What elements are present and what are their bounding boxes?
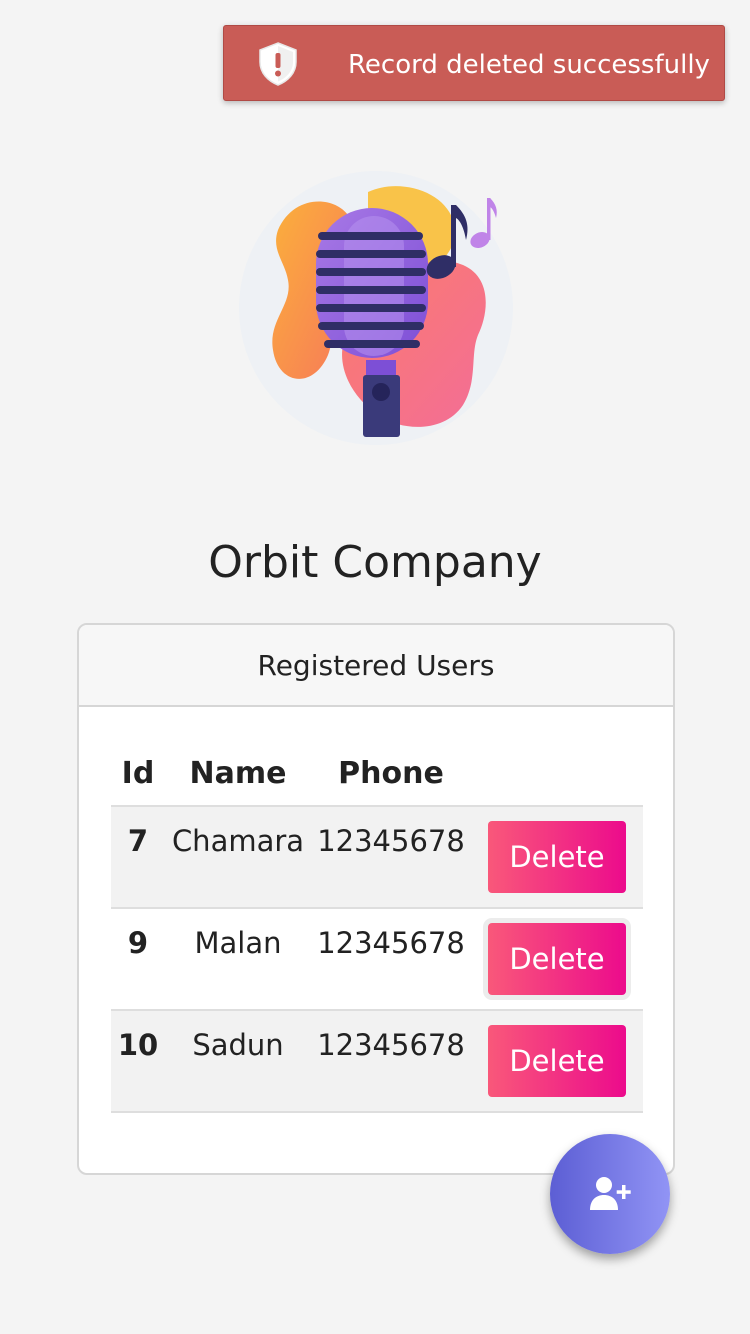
cell-name: Malan [165,908,311,1011]
column-header-id: Id [111,741,165,807]
toast-notification[interactable]: Record deleted successfully [223,25,725,101]
cell-phone-text: 12345678 [317,824,465,858]
cell-action: Delete [471,806,643,909]
company-title: Orbit Company [208,537,542,588]
cell-phone: 12345678 [311,806,471,909]
delete-button[interactable]: Delete [488,821,626,893]
card-header: Registered Users [79,625,673,707]
add-user-button[interactable] [550,1134,670,1254]
cell-id-text: 9 [127,926,149,960]
table-row: 10 Sadun 12345678 Delete [111,1010,643,1113]
cell-action: Delete [471,908,643,1011]
toast-message: Record deleted successfully [348,50,710,80]
table-row: 7 Chamara 12345678 Delete [111,806,643,909]
cell-id-text: 10 [117,1028,159,1062]
users-table: Id Name Phone 7 Chamara 12345678 Delete … [111,741,643,1113]
column-header-action [471,741,643,807]
column-header-phone: Phone [311,741,471,807]
registered-users-card: Registered Users Id Name Phone 7 Chamara… [77,623,675,1175]
cell-phone: 12345678 [311,1010,471,1113]
cell-phone: 12345678 [311,908,471,1011]
cell-name-text: Chamara [171,824,305,858]
add-user-icon [590,1177,631,1210]
shield-alert-icon [259,42,297,86]
delete-button[interactable]: Delete [488,923,626,995]
cell-id: 10 [111,1010,165,1113]
cell-id-text: 7 [127,824,149,858]
microphone-music-icon [239,171,513,445]
cell-name-text: Malan [194,926,282,960]
cell-action: Delete [471,1010,643,1113]
column-header-name: Name [165,741,311,807]
cell-name: Sadun [165,1010,311,1113]
cell-phone-text: 12345678 [317,1028,465,1062]
delete-button[interactable]: Delete [488,1025,626,1097]
cell-name-text: Sadun [192,1028,284,1062]
table-row: 9 Malan 12345678 Delete [111,908,643,1011]
cell-id: 7 [111,806,165,909]
page: Record deleted successfully Orbit Compan… [0,0,750,1334]
cell-id: 9 [111,908,165,1011]
cell-name: Chamara [165,806,311,909]
cell-phone-text: 12345678 [317,926,465,960]
table-header-row: Id Name Phone [111,741,643,807]
